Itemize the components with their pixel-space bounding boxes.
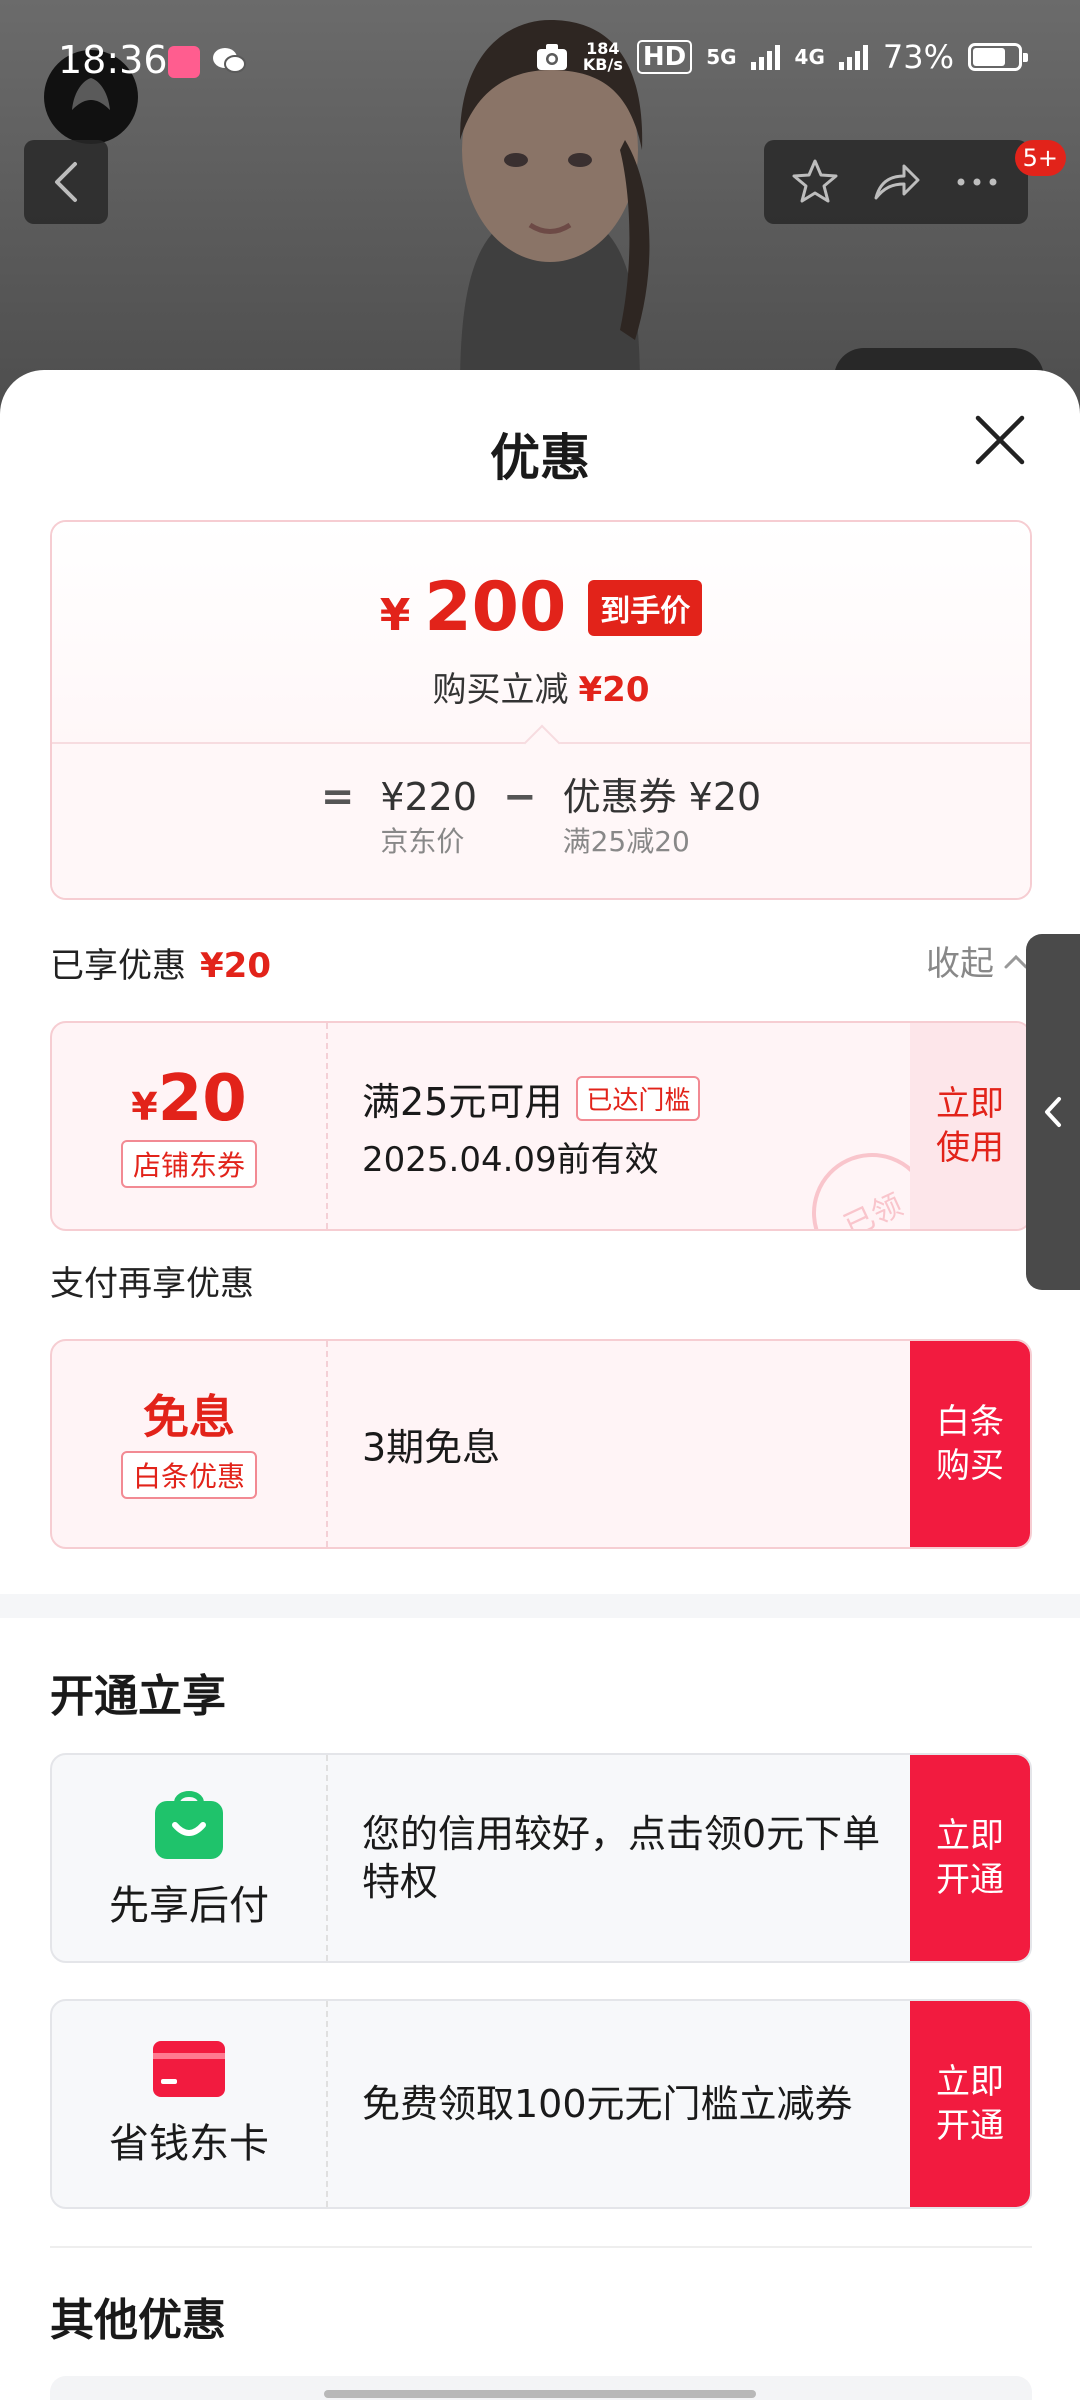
divider — [50, 2246, 1032, 2248]
final-price-currency: ¥ — [379, 589, 411, 641]
pay-later-name: 先享后付 — [109, 1883, 269, 1929]
enjoyed-discount: 已享优惠 ¥20 — [50, 938, 271, 987]
coupon-condition: 满25元可用 — [362, 1080, 563, 1124]
network-speed: 184 KB/s — [583, 41, 623, 73]
pay-later-open-button[interactable]: 立即开通 — [910, 1755, 1030, 1961]
coupon-deduction: 优惠券 ¥20 满25减20 — [563, 772, 762, 862]
battery-percent: 73% — [882, 38, 954, 76]
status-time: 18:36 — [58, 38, 168, 82]
coupon-value-block: ¥ 20 店铺东券 — [52, 1023, 326, 1229]
battery-fill — [973, 48, 1006, 66]
saving-card-name: 省钱东卡 — [109, 2121, 269, 2167]
more-icon[interactable] — [951, 156, 1003, 208]
net-5g: 5G — [706, 45, 737, 69]
status-bar: 18:36 184 KB/s HD 5G 4G 73% — [0, 0, 1080, 120]
price-calculation: = ¥220 京东价 − 优惠券 ¥20 满25减20 — [52, 744, 1030, 898]
collapse-button[interactable]: 收起 — [926, 936, 1030, 985]
price-summary: ¥ 200 到手价 购买立减 ¥20 — [52, 522, 1030, 742]
other-section-heading: 其他优惠 — [50, 2295, 226, 2346]
battery-icon — [968, 43, 1028, 71]
wechat-icon — [213, 48, 246, 73]
coupon-deduction-label: 满25减20 — [562, 825, 690, 858]
saving-card: 省钱东卡 免费领取100元无门槛立减券 立即开通 — [50, 1999, 1032, 2209]
jd-price: ¥220 京东价 — [380, 772, 477, 862]
use-now-button[interactable]: 立即使用 — [910, 1023, 1030, 1229]
coupon-type-badge: 店铺东券 — [120, 1140, 257, 1188]
instant-discount: 购买立减 ¥20 — [52, 662, 1030, 711]
coupon-amount: 20 — [157, 1062, 247, 1136]
instant-discount-value: ¥20 — [578, 670, 650, 710]
coupon-details: 满25元可用 已达门槛 2025.04.09前有效 — [362, 1071, 701, 1181]
coupon-currency: ¥ — [131, 1085, 158, 1129]
final-price-tag: 到手价 — [588, 580, 703, 636]
minus-sign: − — [503, 774, 537, 820]
shopping-bag-icon — [155, 1791, 223, 1859]
close-icon[interactable] — [970, 410, 1030, 470]
hd-badge: HD — [636, 40, 693, 74]
enjoyed-label: 已享优惠 — [50, 946, 186, 986]
chevron-left-icon — [1045, 1097, 1061, 1127]
coupon-separator — [326, 1755, 328, 1961]
instant-discount-label: 购买立减 — [432, 670, 569, 710]
pay-later-card: 先享后付 您的信用较好，点击领0元下单特权 立即开通 — [50, 1753, 1032, 1963]
collapse-label: 收起 — [926, 944, 994, 984]
share-icon[interactable] — [870, 156, 922, 208]
jd-price-label: 京东价 — [380, 825, 465, 858]
final-price-value: 200 — [424, 568, 567, 647]
chevron-left-icon — [55, 162, 77, 202]
final-price: ¥ 200 到手价 — [52, 572, 1030, 644]
pay-discount-label: 支付再享优惠 — [50, 1264, 254, 1304]
back-button[interactable] — [24, 140, 108, 224]
notification-app-icon — [168, 46, 200, 78]
card-icon — [153, 2041, 225, 2097]
baitiao-details: 3期免息 — [362, 1417, 500, 1472]
pay-later-block: 先享后付 — [52, 1755, 326, 1961]
pay-later-desc: 您的信用较好，点击领0元下单特权 — [362, 1812, 881, 1904]
saving-card-block: 省钱东卡 — [52, 2001, 326, 2207]
net-4g: 4G — [794, 45, 825, 69]
baitiao-card: 免息 白条优惠 3期免息 白条购买 — [50, 1339, 1032, 1549]
saving-card-open-button[interactable]: 立即开通 — [910, 2001, 1030, 2207]
saving-card-desc: 免费领取100元无门槛立减券 — [362, 2082, 853, 2126]
price-breakdown-card: ¥ 200 到手价 购买立减 ¥20 = ¥220 京东价 − 优惠券 ¥20 满… — [50, 520, 1032, 900]
side-drawer-tab[interactable] — [1026, 934, 1080, 1290]
baitiao-title: 免息 — [143, 1390, 235, 1444]
top-actions — [764, 140, 1028, 224]
baitiao-desc: 3期免息 — [362, 1425, 501, 1470]
cart-badge: 5+ — [1014, 140, 1066, 176]
speed-unit: KB/s — [582, 55, 623, 74]
enjoyed-value: ¥20 — [200, 946, 271, 986]
baitiao-buy-button[interactable]: 白条购买 — [910, 1341, 1030, 1547]
coupon-deduction-value: 优惠券 ¥20 — [562, 775, 762, 819]
jd-price-value: ¥220 — [380, 775, 478, 819]
baitiao-type-badge: 白条优惠 — [120, 1451, 257, 1499]
coupon-expiry: 2025.04.09前有效 — [362, 1140, 659, 1180]
signal-icon-2 — [838, 45, 868, 70]
open-section-heading: 开通立享 — [50, 1671, 226, 1722]
baitiao-value-block: 免息 白条优惠 — [52, 1341, 326, 1547]
star-icon[interactable] — [789, 156, 841, 208]
coupon-separator — [326, 2001, 328, 2207]
coupon-separator — [326, 1023, 328, 1229]
threshold-reached-badge: 已达门槛 — [576, 1076, 701, 1121]
section-divider — [0, 1594, 1080, 1618]
signal-icon — [750, 45, 780, 70]
home-indicator[interactable] — [324, 2390, 756, 2398]
sheet-title: 优惠 — [490, 429, 590, 487]
discount-sheet: 优惠 ¥ 200 到手价 购买立减 ¥20 = ¥220 京东价 − 优惠券 ¥… — [0, 370, 1080, 2400]
coupon-separator — [326, 1341, 328, 1547]
camera-icon — [536, 44, 567, 70]
equals-sign: = — [320, 774, 355, 820]
store-coupon-card: ¥ 20 店铺东券 满25元可用 已达门槛 2025.04.09前有效 已领 立… — [50, 1021, 1032, 1231]
status-indicators: 184 KB/s HD 5G 4G 73% — [535, 38, 1028, 76]
